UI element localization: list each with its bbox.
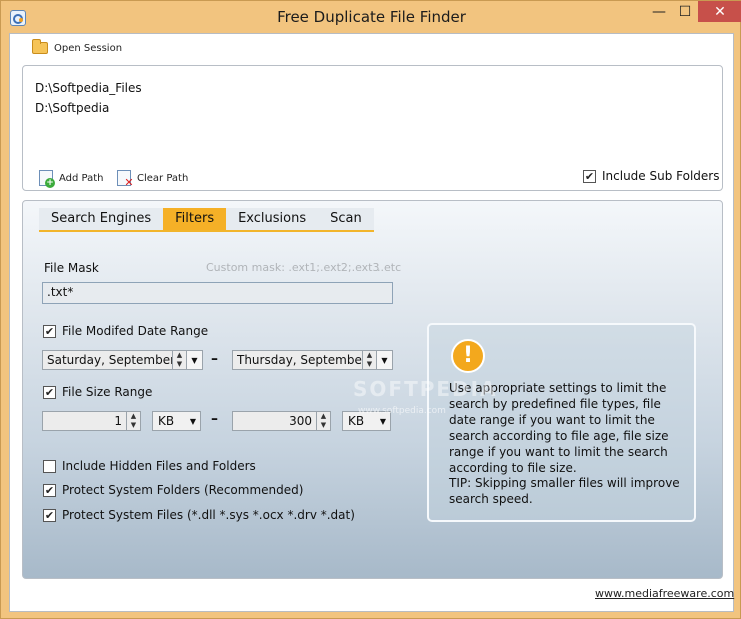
max-size-input[interactable]: 300 ▲ ▼ bbox=[232, 411, 331, 431]
date-to-spinner[interactable]: ▲ ▼ bbox=[362, 351, 376, 369]
title-bar: Free Duplicate File Finder — ☐ ✕ bbox=[1, 1, 741, 33]
min-size-unit: KB bbox=[158, 414, 175, 428]
tab-scan[interactable]: Scan bbox=[318, 208, 374, 230]
window-title: Free Duplicate File Finder bbox=[277, 8, 466, 26]
size-range-separator: – bbox=[211, 411, 218, 427]
etc-hint: ..etc bbox=[377, 261, 402, 274]
date-to-dropdown-icon[interactable]: ▼ bbox=[376, 351, 392, 369]
checkbox-unchecked-icon bbox=[43, 459, 56, 473]
custom-mask-hint: Custom mask: .ext1;.ext2;.ext3 bbox=[206, 261, 380, 274]
app-window: Free Duplicate File Finder — ☐ ✕ Open Se… bbox=[0, 0, 741, 619]
min-size-value: 1 bbox=[114, 414, 122, 428]
checkbox-checked-icon: ✔ bbox=[583, 169, 596, 183]
protect-system-folders-checkbox[interactable]: ✔ Protect System Folders (Recommended) bbox=[43, 483, 303, 497]
open-session-button[interactable]: Open Session bbox=[32, 39, 123, 54]
max-size-value: 300 bbox=[289, 414, 312, 428]
chevron-down-icon: ▼ bbox=[379, 416, 386, 426]
include-sub-folders-checkbox[interactable]: ✔ Include Sub Folders bbox=[583, 169, 720, 183]
add-document-icon: + bbox=[39, 170, 55, 188]
date-from-picker[interactable]: Saturday, September 2 ▲▼ ▼ bbox=[42, 350, 203, 370]
max-size-spinner[interactable]: ▲ ▼ bbox=[316, 412, 330, 430]
warning-icon: ! bbox=[451, 339, 485, 373]
tab-strip: Search Engines Filters Exclusions Scan bbox=[39, 208, 374, 232]
date-to-value: Thursday, September 2 bbox=[237, 353, 362, 367]
add-path-button[interactable]: + Add Path bbox=[39, 170, 104, 188]
client-area: Open Session D:\Softpedia_Files D:\Softp… bbox=[9, 33, 734, 612]
checkbox-checked-icon: ✔ bbox=[43, 324, 56, 338]
date-range-checkbox[interactable]: ✔ File Modifed Date Range bbox=[43, 324, 208, 338]
date-range-label: File Modifed Date Range bbox=[62, 324, 209, 338]
min-size-input[interactable]: 1 ▲ ▼ bbox=[42, 411, 141, 431]
date-to-picker[interactable]: Thursday, September 2 ▲▼ ▼ bbox=[232, 350, 393, 370]
close-button[interactable]: ✕ bbox=[698, 1, 741, 22]
size-range-checkbox[interactable]: ✔ File Size Range bbox=[43, 385, 152, 399]
protect-system-folders-label: Protect System Folders (Recommended) bbox=[62, 483, 304, 497]
tip-speed-hint: TIP: Skipping smaller files will improve… bbox=[449, 476, 680, 506]
size-range-label: File Size Range bbox=[62, 385, 153, 399]
path-item[interactable]: D:\Softpedia bbox=[35, 101, 109, 115]
checkbox-checked-icon: ✔ bbox=[43, 508, 56, 522]
website-link[interactable]: www.mediafreeware.com bbox=[595, 587, 734, 600]
add-path-label: Add Path bbox=[59, 172, 104, 184]
tip-panel: ! Use appropriate settings to limit the … bbox=[427, 323, 696, 522]
tab-search-engines[interactable]: Search Engines bbox=[39, 208, 164, 230]
watermark-url: www.softpedia.com bbox=[358, 406, 446, 416]
include-hidden-label: Include Hidden Files and Folders bbox=[62, 459, 256, 473]
tab-exclusions[interactable]: Exclusions bbox=[226, 208, 319, 230]
filter-panel: Search Engines Filters Exclusions Scan F… bbox=[22, 200, 723, 579]
protect-system-files-label: Protect System Files (*.dll *.sys *.ocx … bbox=[62, 508, 355, 522]
date-range-separator: – bbox=[211, 351, 218, 367]
maximize-button[interactable]: ☐ bbox=[672, 1, 698, 22]
folder-open-icon bbox=[32, 39, 48, 54]
date-from-spinner[interactable]: ▲ ▼ bbox=[172, 351, 186, 369]
min-size-unit-select[interactable]: KB ▼ bbox=[152, 411, 201, 431]
minimize-button[interactable]: — bbox=[646, 1, 672, 22]
clear-document-icon: ✕ bbox=[117, 170, 134, 188]
tab-filters[interactable]: Filters bbox=[163, 208, 227, 230]
include-hidden-checkbox[interactable]: Include Hidden Files and Folders bbox=[43, 459, 256, 473]
min-size-spinner[interactable]: ▲ ▼ bbox=[126, 412, 140, 430]
protect-system-files-checkbox[interactable]: ✔ Protect System Files (*.dll *.sys *.oc… bbox=[43, 508, 355, 522]
checkbox-checked-icon: ✔ bbox=[43, 483, 56, 497]
watermark-logo: SOFTPEDIA bbox=[353, 377, 498, 401]
date-from-dropdown-icon[interactable]: ▼ bbox=[186, 351, 202, 369]
max-size-unit: KB bbox=[348, 414, 365, 428]
checkbox-checked-icon: ✔ bbox=[43, 385, 56, 399]
path-item[interactable]: D:\Softpedia_Files bbox=[35, 81, 142, 95]
clear-path-label: Clear Path bbox=[137, 172, 189, 184]
clear-path-button[interactable]: ✕ Clear Path bbox=[117, 170, 189, 188]
open-session-label: Open Session bbox=[54, 42, 123, 54]
include-sub-folders-label: Include Sub Folders bbox=[602, 169, 720, 183]
file-mask-input[interactable]: .txt* bbox=[42, 282, 393, 304]
chevron-down-icon: ▼ bbox=[189, 416, 196, 426]
paths-panel: D:\Softpedia_Files D:\Softpedia + Add Pa… bbox=[22, 65, 723, 191]
file-mask-label: File Mask bbox=[44, 261, 99, 275]
date-from-value: Saturday, September 2 bbox=[47, 353, 172, 367]
